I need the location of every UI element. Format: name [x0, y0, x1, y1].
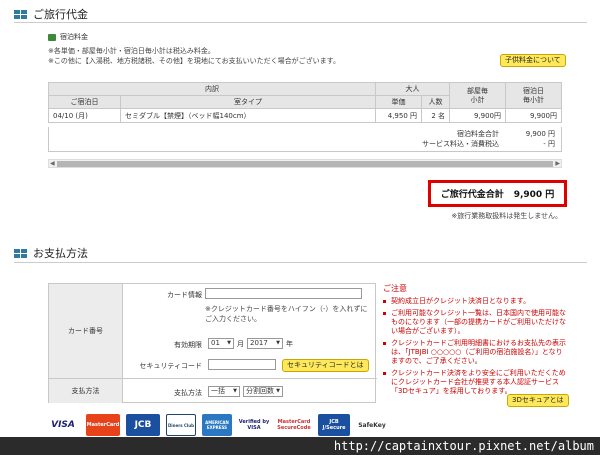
summary-tax-label: サービス料込・消費税込 — [422, 140, 499, 148]
verified-by-visa-logo: Verified by VISA — [238, 419, 270, 431]
fare-notes: ※各単価・部屋毎小計・宿泊日毎小計は税込み料金。 ※この他に【入湯税、地方税諸税… — [48, 46, 340, 66]
child-fare-button[interactable]: 子供料金について — [500, 54, 566, 67]
fare-note-tax: ※各単価・部屋毎小計・宿泊日毎小計は税込み料金。 — [48, 47, 215, 55]
year-value: 2017 — [250, 339, 268, 347]
payment-method-select[interactable]: 一括 ▼ — [208, 386, 240, 397]
th-adult: 大人 — [375, 82, 450, 96]
installment-select[interactable]: 分割回数 ▼ — [243, 386, 283, 397]
security-code-help-button[interactable]: セキュリティコードとは — [282, 359, 369, 372]
mastercard-logo: MasterCard — [86, 414, 120, 436]
month-value: 01 — [211, 339, 220, 347]
bed-icon — [48, 33, 56, 41]
expiry-year-select[interactable]: 2017 ▼ — [247, 338, 283, 349]
grand-total-value: 9,900 円 — [513, 190, 555, 200]
mastercard-securecode-logo: MasterCard SecureCode — [277, 419, 311, 431]
row-day-subtotal: 9,900円 — [505, 108, 562, 123]
fare-summary: 宿泊料金合計 サービス料込・消費税込 9,900 円 - 円 — [48, 127, 562, 152]
card-info-label: カード情報 — [167, 291, 202, 299]
grid-icon — [14, 248, 28, 259]
row-room-type: セミダブル【禁煙】（ベッド幅140cm） — [120, 108, 376, 123]
3d-secure-help-button[interactable]: 3Dセキュアとは — [507, 394, 569, 407]
fare-table: 内訳 大人 部屋毎 小計 宿泊日 毎小計 ご宿泊日 室タイプ 単価 人数 04/… — [48, 82, 562, 123]
th-date: ご宿泊日 — [48, 95, 121, 109]
diners-logo: Diners Club — [166, 414, 196, 436]
list-item: クレジットカードご利用明細書におけるお支払先の表示は、「JTBJBI ○○○○○… — [383, 339, 568, 366]
payment-caution: ご注意 契約成立日がクレジット決済日となります。 ご利用可能なクレジット一覧は、… — [383, 283, 568, 399]
watermark-banner: http://captainxtour.pixnet.net/album — [0, 437, 600, 455]
security-code-label: セキュリティコード — [139, 362, 202, 370]
scrollbar-thumb[interactable] — [57, 161, 553, 167]
grand-total-label: ご旅行代金合計 — [440, 190, 504, 200]
payment-section-title: お支払方法 — [33, 247, 88, 260]
security-code-input[interactable] — [208, 359, 276, 370]
payment-section-header: お支払方法 — [14, 245, 88, 261]
year-unit: 年 — [286, 340, 293, 348]
row-room-subtotal: 9,900円 — [449, 108, 506, 123]
th-breakdown: 内訳 — [48, 82, 376, 96]
table-row: 04/10 (月) セミダブル【禁煙】（ベッド幅140cm） 4,950 円 2… — [48, 108, 562, 123]
method-value: 一括 — [211, 387, 225, 395]
chevron-down-icon: ▼ — [276, 340, 280, 346]
th-room-type: 室タイプ — [120, 95, 376, 109]
fare-section-header: ご旅行代金 — [14, 6, 88, 22]
horizontal-scrollbar[interactable]: ◀ ▶ — [48, 159, 562, 168]
th-room-subtotal: 部屋毎 小計 — [449, 82, 506, 109]
installment-value: 分割回数 — [246, 387, 274, 395]
summary-tax-value: - 円 — [543, 140, 555, 148]
expiry-label: 有効期限 — [174, 341, 202, 349]
card-number-input[interactable] — [205, 288, 362, 299]
chevron-down-icon: ▼ — [227, 340, 231, 346]
chevron-down-icon: ▼ — [276, 388, 280, 394]
summary-labels: 宿泊料金合計 サービス料込・消費税込 — [422, 129, 499, 149]
summary-total-value: 9,900 円 — [525, 130, 555, 138]
month-unit: 月 — [237, 340, 244, 348]
row-unit-price: 4,950 円 — [375, 108, 422, 123]
jcb-logo: JCB — [126, 414, 160, 436]
grand-total-box: ご旅行代金合計 9,900 円 — [428, 180, 567, 207]
th-people: 人数 — [421, 95, 450, 109]
scroll-left-icon[interactable]: ◀ — [50, 161, 55, 167]
payment-method-cell: 支払方法 — [49, 379, 123, 403]
caution-title: ご注意 — [383, 284, 407, 293]
list-item: 契約成立日がクレジット決済日となります。 — [383, 297, 568, 306]
lodging-fee-title: 宿泊料金 — [60, 33, 88, 41]
section-divider — [14, 262, 587, 263]
fare-section-title: ご旅行代金 — [33, 8, 88, 21]
expiry-month-select[interactable]: 01 ▼ — [208, 338, 234, 349]
card-logos: VISA MasterCard JCB Diners Club AMERICAN… — [46, 414, 388, 436]
scroll-right-icon[interactable]: ▶ — [555, 161, 560, 167]
th-day-subtotal: 宿泊日 毎小計 — [505, 82, 562, 109]
card-hint: ※クレジットカード番号をハイフン（-）を入れずにご入力ください。 — [205, 305, 368, 323]
visa-logo: VISA — [51, 420, 75, 430]
handling-fee-note: ※旅行業務取扱料は発生しません。 — [451, 212, 562, 220]
jcb-jsecure-logo: JCB J/Secure — [318, 414, 350, 436]
row-people: 2 名 — [421, 108, 450, 123]
safekey-logo: SafeKey — [358, 421, 386, 429]
lodging-fee-header: 宿泊料金 — [48, 32, 88, 42]
fare-note-local-tax: ※この他に【入湯税、地方税諸税、その他】を現地にてお支払いいただく場合がございま… — [48, 57, 340, 65]
payment-method-field-label: 支払方法 — [174, 389, 202, 397]
row-date: 04/10 (月) — [48, 108, 121, 123]
section-divider — [14, 22, 587, 23]
chevron-down-icon: ▼ — [233, 388, 237, 394]
list-item: クレジットカード決済をより安全にご利用いただくためにクレジットカード会社が推奨す… — [383, 369, 568, 396]
grid-icon — [14, 9, 28, 20]
list-item: ご利用可能なクレジット一覧は、日本国内で使用可能なものになります（一部の提携カー… — [383, 309, 568, 336]
summary-values: 9,900 円 - 円 — [526, 129, 555, 149]
amex-logo: AMERICAN EXPRESS — [202, 414, 232, 436]
summary-total-label: 宿泊料金合計 — [457, 130, 499, 138]
th-unit-price: 単価 — [375, 95, 422, 109]
